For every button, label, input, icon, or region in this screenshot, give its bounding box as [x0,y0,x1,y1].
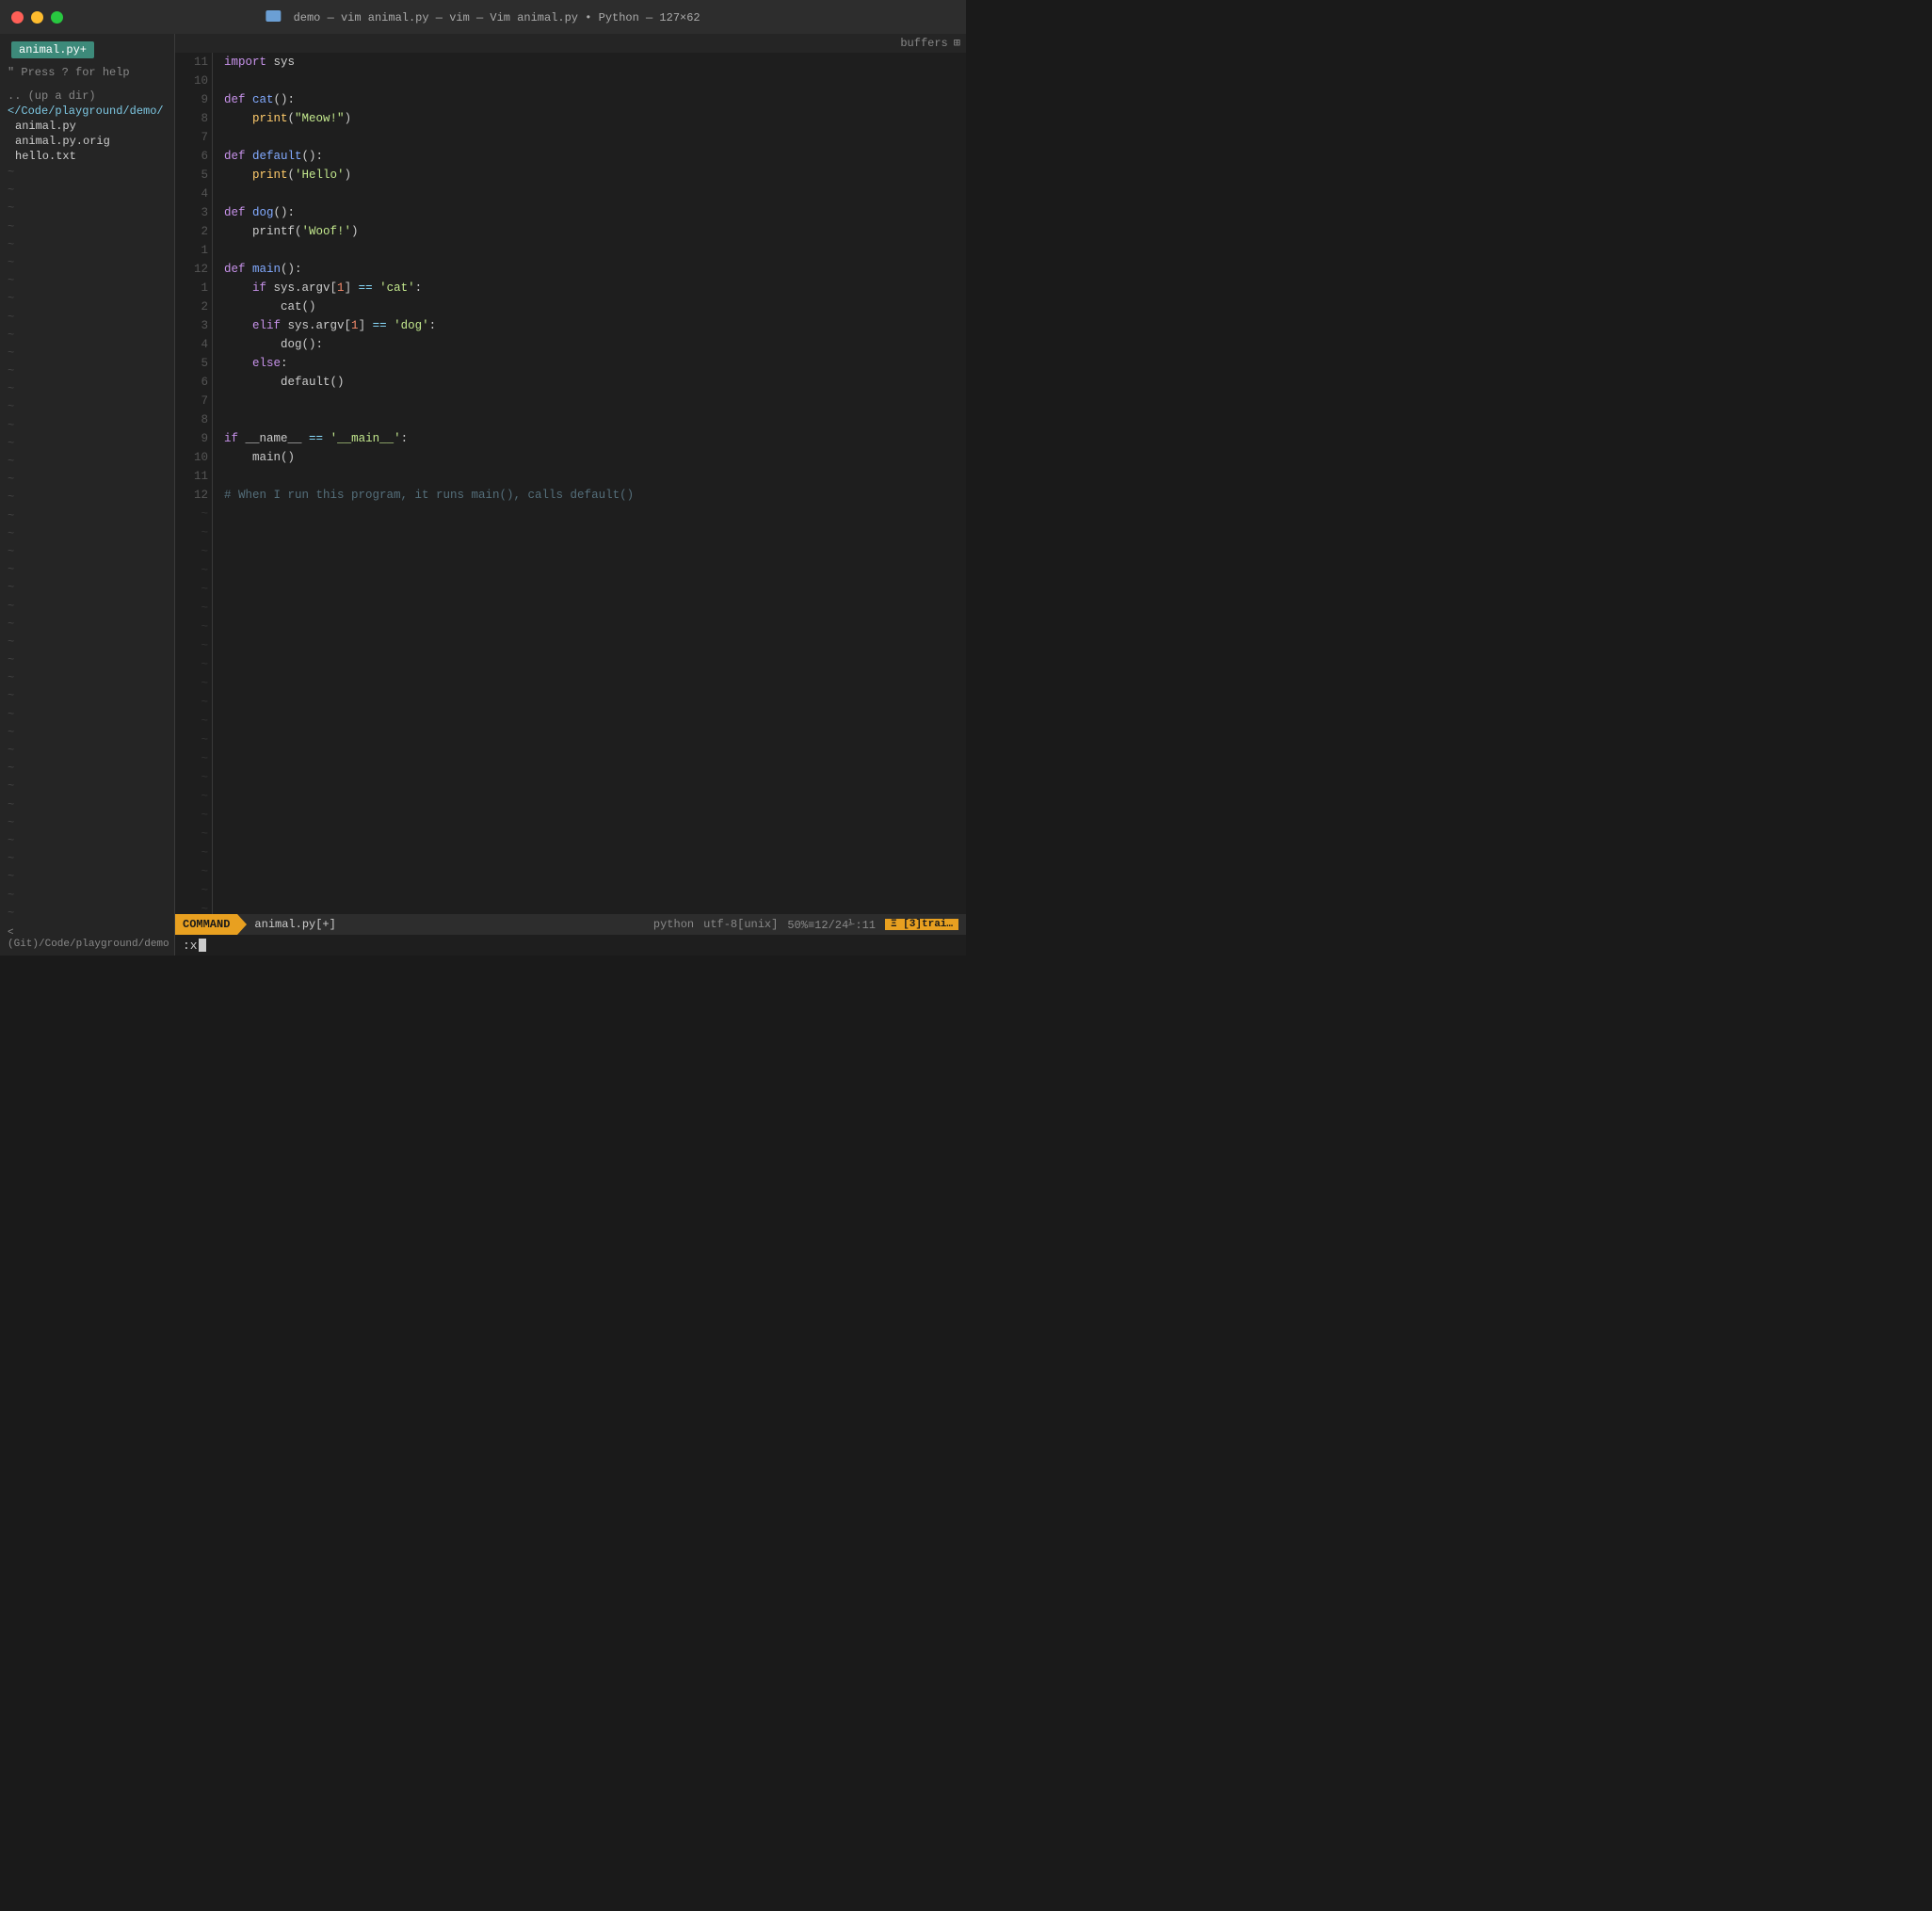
close-button[interactable] [11,11,24,24]
buffers-button[interactable]: buffers [894,36,953,51]
code-line: main() [224,448,966,467]
code-line: if __name__ == '__main__': [224,429,966,448]
code-line [224,72,966,90]
code-line: # When I run this program, it runs main(… [224,486,966,505]
code-line: def cat(): [224,90,966,109]
sidebar-item-up[interactable]: .. (up a dir) [0,88,174,104]
statusbar: COMMAND animal.py[+] python utf-8[unix] … [175,914,966,935]
status-language: python [653,918,694,931]
cursor [199,939,206,952]
status-mode-arrow [237,914,247,935]
code-line: dog(): [224,335,966,354]
code-line [224,241,966,260]
sidebar-active-tab[interactable]: animal.py+ [11,41,94,58]
code-line: def default(): [224,147,966,166]
code-line: import sys [224,53,966,72]
main-area: animal.py+ " Press ? for help .. (up a d… [0,34,966,956]
code-line: def main(): [224,260,966,279]
status-position: 50%≡12/24⅟:11 [787,918,876,932]
cmdline-text: :x [183,939,198,953]
code-line [224,467,966,486]
sidebar-item-hello-txt[interactable]: hello.txt [0,149,174,164]
code-line: else: [224,354,966,373]
code-view[interactable]: 11 10 9 8 7 6 5 4 3 2 1 12 1 2 3 4 5 6 7 [175,53,966,914]
expand-icon[interactable]: ⊞ [954,36,960,51]
sidebar-item-active-dir[interactable]: </Code/playground/demo/ [0,104,174,119]
status-right: python utf-8[unix] 50%≡12/24⅟:11 Ξ [3]tr… [653,918,966,932]
code-line [224,410,966,429]
code-line: print("Meow!") [224,109,966,128]
code-line: def dog(): [224,203,966,222]
traffic-lights [11,11,63,24]
code-editor[interactable]: import sys def cat(): print("Meow!") def… [213,53,966,914]
titlebar: demo — vim animal.py — vim — Vim animal.… [0,0,966,34]
code-line: default() [224,373,966,392]
editor-area: buffers ⊞ 11 10 9 8 7 6 5 4 3 2 1 12 1 2 [174,34,966,956]
code-line [224,392,966,410]
sidebar-item-animal-py-orig[interactable]: animal.py.orig [0,134,174,149]
sidebar-help: " Press ? for help [0,64,174,81]
maximize-button[interactable] [51,11,63,24]
minimize-button[interactable] [31,11,43,24]
sidebar: animal.py+ " Press ? for help .. (up a d… [0,34,174,956]
code-line: elif sys.argv[1] == 'dog': [224,316,966,335]
code-line [224,185,966,203]
status-indicator: Ξ [3]trai… [885,919,958,930]
status-encoding: utf-8[unix] [703,918,778,931]
sidebar-bottom-status: < (Git)/Code/playground/demo [0,925,174,952]
code-line: cat() [224,297,966,316]
status-mode: COMMAND [175,914,237,935]
folder-icon [266,10,281,22]
code-line: if sys.argv[1] == 'cat': [224,279,966,297]
sidebar-item-animal-py[interactable]: animal.py [0,119,174,134]
editor-header: buffers ⊞ [175,34,966,53]
code-line [224,128,966,147]
status-filename: animal.py[+] [247,918,343,931]
code-line: print('Hello') [224,166,966,185]
cmdline[interactable]: :x [175,935,966,956]
line-numbers: 11 10 9 8 7 6 5 4 3 2 1 12 1 2 3 4 5 6 7 [175,53,213,914]
code-line: printf('Woof!') [224,222,966,241]
sidebar-tab-row: animal.py+ [0,38,174,62]
window-title: demo — vim animal.py — vim — Vim animal.… [266,9,700,24]
